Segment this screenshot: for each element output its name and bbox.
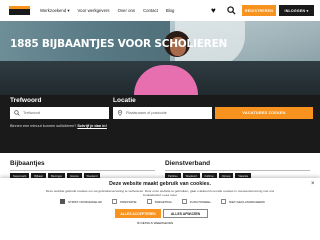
cookie-banner: Deze website maakt gebruik van cookies. … — [0, 178, 320, 240]
keyword-label: Trefwoord — [10, 97, 42, 104]
cookie-option-label: PRESTATIE — [120, 199, 137, 204]
cookie-body: Deze website gebruikt cookies om uw gebr… — [45, 189, 275, 197]
location-placeholder: Plaatsnaam of postcode — [126, 111, 167, 115]
show-details-link[interactable]: ⚙ DETAILS WEERGEVEN — [137, 221, 173, 225]
cookie-title: Deze website maakt gebruik van cookies. — [109, 181, 211, 187]
section-title-bijbaantjes: Bijbaantjes — [10, 160, 45, 167]
section-title-dienstverband: Dienstverband — [165, 160, 211, 167]
cookie-option-label: STRIKT NOODZAKELIJK — [68, 199, 103, 204]
search-vacancies-button[interactable]: VACATURES ZOEKEN — [215, 107, 313, 119]
nav-link-werkzoekend[interactable]: Werkzoekend ▾ — [40, 8, 70, 14]
location-pin-icon — [117, 110, 123, 116]
nav-link-contact[interactable]: Contact — [143, 8, 158, 13]
search-icon[interactable] — [227, 6, 236, 15]
cookie-option-label: TARGETING — [154, 199, 172, 204]
location-label: Locatie — [113, 97, 136, 104]
cookie-option-unclassified[interactable]: NIET-GECLASSIFICEERD — [220, 199, 265, 204]
checkbox[interactable] — [146, 199, 152, 204]
site-logo[interactable] — [9, 6, 30, 15]
accept-all-button[interactable]: ALLES ACCEPTEREN — [115, 209, 161, 218]
favorites-heart-icon[interactable]: ♥ — [211, 6, 216, 15]
cookie-option-targeting[interactable]: TARGETING — [146, 199, 172, 204]
nav-link-over-ons[interactable]: Over ons — [118, 8, 135, 13]
search-icon — [14, 110, 20, 116]
location-input[interactable]: Plaatsnaam of postcode — [113, 107, 212, 119]
checkbox[interactable] — [181, 199, 187, 204]
section-divider — [165, 170, 310, 171]
signup-hint-text: Binnen een minuut kunnen solliciteren? — [10, 124, 77, 128]
checkbox[interactable] — [220, 199, 226, 204]
keyword-placeholder: Trefwoord — [23, 111, 40, 115]
nav-links: Werkzoekend ▾ Voor werkgevers Over ons C… — [40, 0, 174, 21]
close-icon[interactable]: × — [311, 181, 315, 187]
cookie-option-strictly-necessary[interactable]: STRIKT NOODZAKELIJK — [60, 199, 102, 204]
signup-hint: Binnen een minuut kunnen solliciteren? S… — [10, 124, 107, 128]
nav-link-blog[interactable]: Blog — [166, 8, 175, 13]
cookie-options: STRIKT NOODZAKELIJK PRESTATIE TARGETING … — [60, 199, 265, 204]
top-navbar: Werkzoekend ▾ Voor werkgevers Over ons C… — [0, 0, 320, 21]
checkbox[interactable] — [112, 199, 118, 204]
signup-link[interactable]: Schrijf je dan in! — [77, 124, 107, 128]
section-divider — [10, 170, 155, 171]
cookie-option-label: NIET-GECLASSIFICEERD — [228, 199, 265, 204]
keyword-input[interactable]: Trefwoord — [10, 107, 109, 119]
cookie-option-performance[interactable]: PRESTATIE — [112, 199, 137, 204]
decline-all-button[interactable]: ALLES AFWIJZEN — [163, 209, 208, 218]
login-button[interactable]: INLOGGEN ▾ — [279, 5, 314, 16]
nav-link-werkgevers[interactable]: Voor werkgevers — [78, 8, 110, 13]
cookie-option-functional[interactable]: FUNCTIONEEL — [181, 199, 211, 204]
register-button[interactable]: REGISTREREN — [242, 5, 276, 16]
hero-banner: 1885 BIJBAANTJES VOOR SCHOLIEREN — [0, 21, 320, 95]
cookie-option-label: FUNCTIONEEL — [189, 199, 211, 204]
hero-title: 1885 BIJBAANTJES VOOR SCHOLIEREN — [10, 38, 228, 50]
checkbox[interactable] — [60, 199, 65, 204]
